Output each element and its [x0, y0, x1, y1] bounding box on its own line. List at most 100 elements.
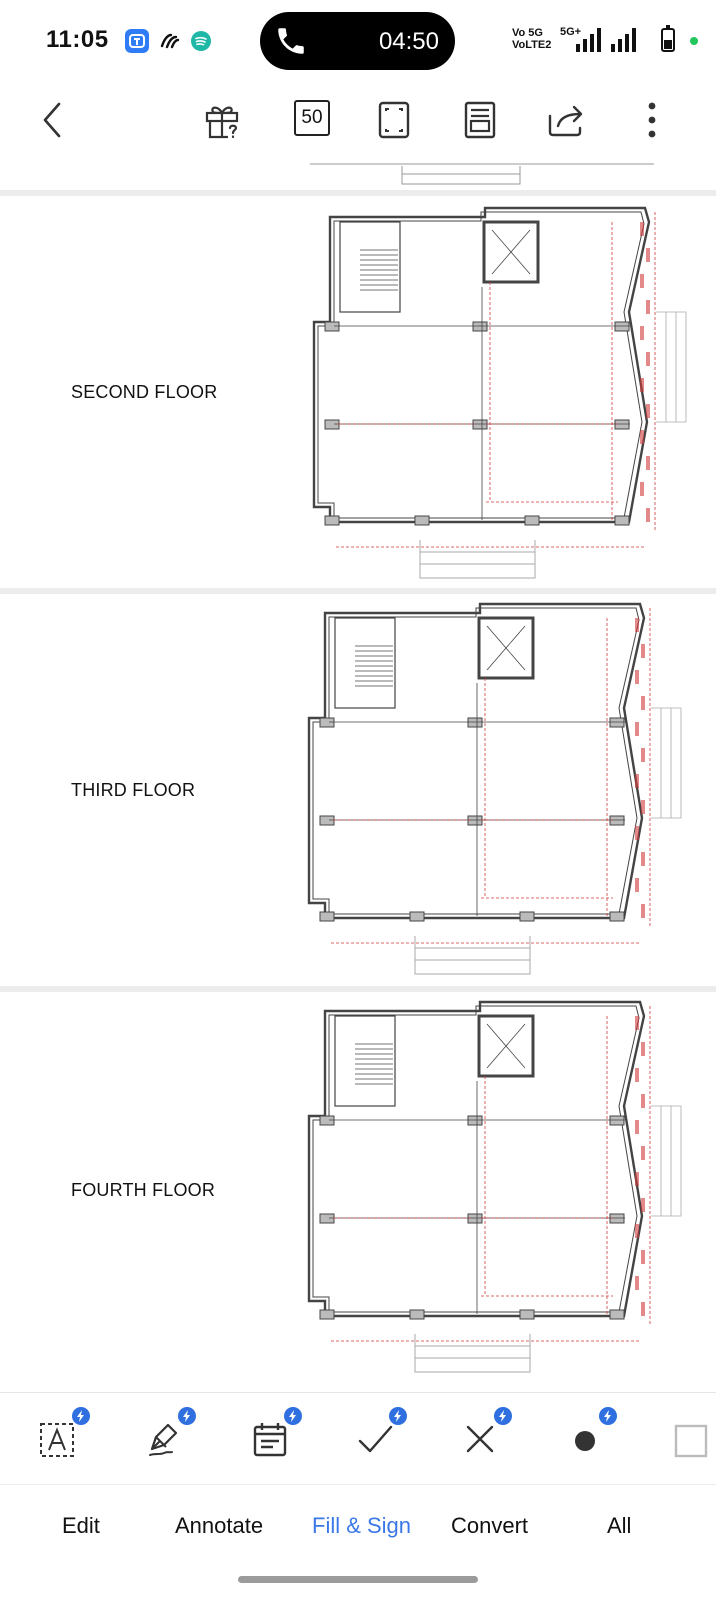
- entrance-steps: [414, 936, 531, 975]
- fullscreen-icon: [378, 101, 410, 139]
- structural-column: [524, 515, 540, 526]
- dimension-tick: [646, 248, 650, 262]
- structural-column: [609, 1309, 625, 1320]
- date-calendar-icon: [253, 1423, 287, 1457]
- more-options-button[interactable]: [626, 94, 678, 146]
- status-time: 11:05: [46, 26, 109, 53]
- dimension-tick: [641, 1198, 645, 1212]
- dimension-tick: [635, 1068, 639, 1082]
- pdf-page-fourth-floor: FOURTH FLOOR: [0, 992, 716, 1392]
- document-viewer[interactable]: SECOND FLOOR THIRD FLOOR FOURTH FLOOR: [0, 160, 716, 1392]
- dimension-tick: [646, 456, 650, 470]
- structural-column: [319, 1115, 335, 1126]
- structural-column: [319, 1213, 335, 1224]
- gift-help-icon: [205, 106, 239, 139]
- dimension-tick: [635, 1224, 639, 1238]
- dot-tool[interactable]: [561, 1407, 617, 1463]
- floor-plan-drawing-third: [307, 602, 682, 975]
- pdf-page-previous: [0, 160, 716, 190]
- home-indicator[interactable]: [238, 1576, 478, 1583]
- signal-strength-icon-1: [576, 28, 601, 52]
- structural-column: [467, 1213, 483, 1224]
- bottom-tab-bar: Edit Annotate Fill & Sign Convert All: [0, 1484, 716, 1555]
- structural-column: [467, 1115, 483, 1126]
- dimension-tick: [640, 326, 644, 340]
- fullscreen-button[interactable]: [368, 94, 420, 146]
- reading-mode-button[interactable]: [454, 94, 506, 146]
- structural-column: [609, 815, 625, 826]
- add-text-tool[interactable]: [34, 1407, 90, 1463]
- structural-column: [319, 1309, 335, 1320]
- dimension-tick: [641, 800, 645, 814]
- inner-wall: [312, 1005, 640, 1313]
- checkmark-tool[interactable]: [351, 1407, 407, 1463]
- signature-tool[interactable]: [140, 1407, 196, 1463]
- lift-cross: [486, 625, 526, 671]
- date-tool[interactable]: [246, 1407, 302, 1463]
- dimension-tick: [635, 1276, 639, 1290]
- network-label-1: Vo 5G VoLTE2: [512, 28, 551, 51]
- signal-strength-icon-2: [611, 28, 636, 52]
- share-button[interactable]: [540, 94, 592, 146]
- cross-tool[interactable]: [456, 1407, 512, 1463]
- dimension-tick: [635, 1120, 639, 1134]
- call-duration: 04:50: [378, 28, 439, 55]
- dimension-tick: [635, 1016, 639, 1030]
- dimension-tick: [641, 1146, 645, 1160]
- dimension-tick: [641, 852, 645, 866]
- structural-column: [319, 717, 335, 728]
- dimension-lines: [331, 1006, 651, 1342]
- dimension-tick: [640, 378, 644, 392]
- status-bar: 11:05 04:50 Vo 5G VoLTE2 5G+: [0, 0, 716, 82]
- previous-plan-fragment: [310, 163, 654, 185]
- structural-column: [519, 1309, 535, 1320]
- structural-column: [609, 1115, 625, 1126]
- stair-block: [334, 617, 396, 709]
- inner-wall: [312, 607, 640, 915]
- premium-badge-icon: [389, 1407, 407, 1425]
- dimension-tick: [641, 1302, 645, 1316]
- structural-column: [472, 419, 488, 430]
- side-balcony: [651, 1105, 682, 1217]
- dimension-tick: [640, 482, 644, 496]
- top-toolbar: 50: [0, 82, 716, 160]
- more-vertical-icon: [648, 102, 656, 138]
- app-notification-icon: [125, 29, 149, 53]
- tab-convert[interactable]: Convert: [451, 1513, 528, 1539]
- dimension-tick: [641, 1250, 645, 1264]
- dimension-tick: [635, 826, 639, 840]
- tab-all[interactable]: All: [607, 1513, 631, 1539]
- back-button[interactable]: [26, 94, 78, 146]
- rectangle-tool[interactable]: [668, 1415, 716, 1463]
- dimension-tick: [635, 722, 639, 736]
- floor-label-second: SECOND FLOOR: [71, 382, 218, 402]
- dimension-tick: [641, 644, 645, 658]
- battery-icon: [661, 25, 675, 52]
- lift-cross: [491, 229, 531, 275]
- ongoing-call-pill[interactable]: 04:50: [260, 12, 455, 70]
- dimension-tick: [635, 1172, 639, 1186]
- structural-column: [614, 321, 630, 332]
- structural-column: [409, 1309, 425, 1320]
- structural-column: [319, 815, 335, 826]
- tab-annotate[interactable]: Annotate: [175, 1513, 263, 1539]
- tab-edit[interactable]: Edit: [62, 1513, 100, 1539]
- network-label-1-bottom: VoLTE2: [512, 39, 552, 51]
- dot-icon: [575, 1431, 595, 1451]
- dimension-tick: [646, 352, 650, 366]
- reading-mode-icon: [464, 101, 496, 139]
- structural-column: [609, 911, 625, 922]
- dimension-tick: [635, 774, 639, 788]
- cross-icon: [466, 1425, 494, 1453]
- tab-fill-sign[interactable]: Fill & Sign: [312, 1513, 411, 1539]
- stair-block: [339, 221, 401, 313]
- gift-help-button[interactable]: [196, 94, 248, 146]
- structural-column: [614, 419, 630, 430]
- structural-column: [609, 717, 625, 728]
- dimension-lines: [336, 212, 656, 548]
- dimension-tick: [646, 508, 650, 522]
- page-count-button[interactable]: 50: [294, 100, 330, 136]
- structural-column: [609, 1213, 625, 1224]
- entrance-steps: [414, 1334, 531, 1373]
- structural-column: [319, 911, 335, 922]
